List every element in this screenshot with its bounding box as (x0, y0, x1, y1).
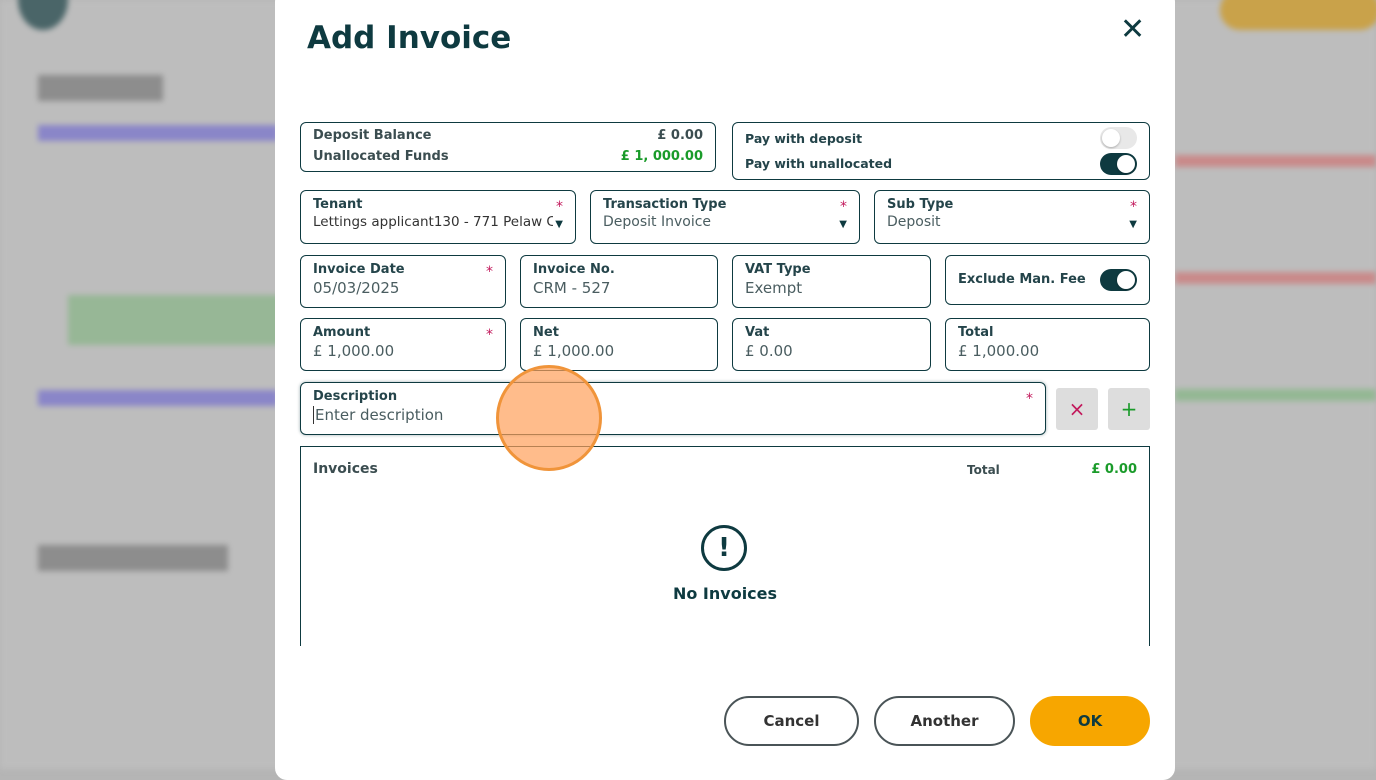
modal-title: Add Invoice (307, 20, 512, 56)
vat-type-label: VAT Type (745, 262, 811, 277)
exclude-man-fee: Exclude Man. Fee (945, 255, 1150, 305)
vat-type-field[interactable]: VAT Type Exempt (732, 255, 931, 308)
sub-type-value: Deposit (887, 214, 941, 230)
invoices-label: Invoices (313, 461, 378, 477)
total-label: Total (958, 325, 994, 340)
sub-type-select[interactable]: Sub Type * Deposit ▼ (874, 190, 1150, 244)
pay-options: Pay with deposit Pay with unallocated (732, 122, 1150, 180)
description-input[interactable]: Enter description (313, 406, 1033, 424)
pay-with-unallocated-toggle[interactable] (1100, 153, 1137, 175)
unallocated-value: £ 1, 000.00 (620, 149, 703, 164)
invoice-no-label: Invoice No. (533, 262, 615, 277)
description-field[interactable]: Description * Enter description (300, 382, 1046, 435)
alert-icon: ! (701, 525, 747, 571)
net-value: £ 1,000.00 (533, 342, 615, 360)
tenant-label: Tenant (313, 197, 363, 212)
transaction-type-value: Deposit Invoice (603, 214, 712, 230)
required-mark: * (556, 199, 563, 215)
required-mark: * (486, 264, 493, 280)
dropdown-arrow-icon: ▼ (555, 219, 563, 230)
invoice-date-value: 05/03/2025 (313, 279, 400, 297)
invoices-panel: Invoices Total £ 0.00 ! No Invoices (300, 446, 1150, 646)
no-invoices-text: No Invoices (672, 584, 778, 603)
dropdown-arrow-icon: ▼ (1129, 219, 1137, 230)
invoices-total-label: Total (967, 463, 1000, 477)
invoices-total-value: £ 0.00 (1091, 462, 1137, 477)
amount-field[interactable]: Amount * £ 1,000.00 (300, 318, 506, 371)
invoice-no-field[interactable]: Invoice No. CRM - 527 (520, 255, 718, 308)
amount-label: Amount (313, 325, 371, 340)
close-icon[interactable]: ✕ (1120, 12, 1145, 47)
add-button[interactable]: + (1108, 388, 1150, 430)
vat-field[interactable]: Vat £ 0.00 (732, 318, 931, 371)
tenant-select[interactable]: Tenant * Lettings applicant130 - 771 Pela… (300, 190, 576, 244)
total-value: £ 1,000.00 (958, 342, 1040, 360)
sub-type-label: Sub Type (887, 197, 954, 212)
another-button[interactable]: Another (874, 696, 1015, 746)
add-invoice-modal: Add Invoice ✕ Deposit Balance £ 0.00 Unal… (275, 0, 1175, 780)
total-field[interactable]: Total £ 1,000.00 (945, 318, 1150, 371)
vat-label: Vat (745, 325, 770, 340)
dropdown-arrow-icon: ▼ (839, 219, 847, 230)
description-label: Description (313, 389, 398, 404)
pay-with-deposit-label: Pay with deposit (745, 131, 863, 146)
ok-button[interactable]: OK (1030, 696, 1150, 746)
required-mark: * (486, 327, 493, 343)
required-mark: * (1130, 199, 1137, 215)
tenant-value: Lettings applicant130 - 771 Pelaw Cres (313, 214, 553, 230)
cancel-button[interactable]: Cancel (724, 696, 859, 746)
click-cursor-indicator (496, 365, 602, 471)
invoice-date-label: Invoice Date (313, 262, 405, 277)
amount-value: £ 1,000.00 (313, 342, 395, 360)
pay-with-deposit-toggle[interactable] (1100, 127, 1137, 149)
net-label: Net (533, 325, 559, 340)
invoice-no-value: CRM - 527 (533, 279, 611, 297)
invoice-date-field[interactable]: Invoice Date * 05/03/2025 (300, 255, 506, 308)
required-mark: * (1026, 391, 1033, 407)
balance-summary: Deposit Balance £ 0.00 Unallocated Funds £… (300, 122, 716, 172)
vat-type-value: Exempt (745, 279, 803, 297)
transaction-type-label: Transaction Type (603, 197, 727, 212)
deposit-balance-label: Deposit Balance (313, 128, 432, 143)
exclude-fee-toggle[interactable] (1100, 269, 1137, 291)
deposit-balance-value: £ 0.00 (657, 128, 703, 143)
pay-with-unallocated-label: Pay with unallocated (745, 156, 893, 171)
net-field[interactable]: Net £ 1,000.00 (520, 318, 718, 371)
transaction-type-select[interactable]: Transaction Type * Deposit Invoice ▼ (590, 190, 860, 244)
required-mark: * (840, 199, 847, 215)
clear-button[interactable]: × (1056, 388, 1098, 430)
unallocated-label: Unallocated Funds (313, 149, 449, 164)
vat-value: £ 0.00 (745, 342, 793, 360)
